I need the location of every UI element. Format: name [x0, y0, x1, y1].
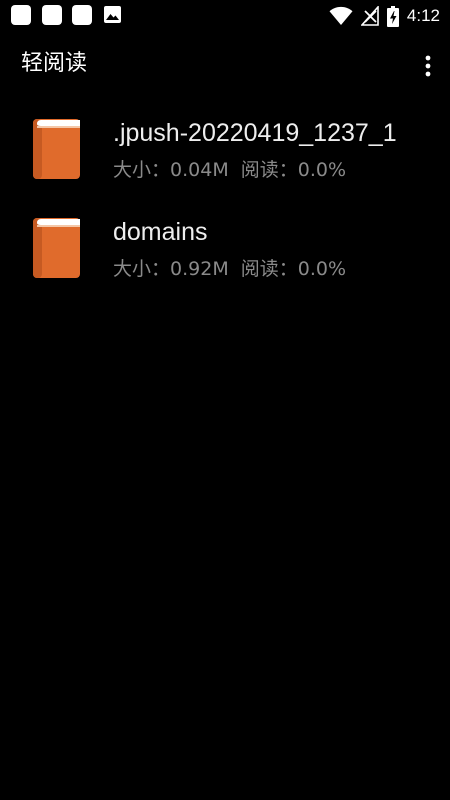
book-title: .jpush-20220419_1237_1 — [113, 119, 397, 147]
status-icons: 4:12 — [329, 4, 440, 28]
clock: 4:12 — [406, 6, 440, 25]
notification-icon — [11, 5, 31, 25]
size-label: 大小： — [113, 258, 171, 280]
book-meta: 大小：0.92M 阅读：0.0% — [113, 256, 346, 282]
progress-label: 阅读： — [240, 159, 298, 181]
battery-charging-icon — [386, 5, 399, 27]
notification-icon — [72, 5, 92, 25]
book-list: .jpush-20220419_1237_1 大小：0.04M 阅读：0.0% d… — [0, 102, 450, 300]
book-icon — [30, 217, 82, 283]
book-meta: 大小：0.04M 阅读：0.0% — [113, 157, 346, 183]
notification-icon — [42, 5, 62, 25]
app-toolbar: 轻阅读 — [0, 32, 450, 96]
image-icon — [103, 5, 122, 24]
size-label: 大小： — [113, 159, 171, 181]
file-size: 0.92M — [170, 258, 229, 280]
book-icon — [30, 118, 82, 184]
book-item[interactable]: domains 大小：0.92M 阅读：0.0% — [0, 201, 450, 300]
file-size: 0.04M — [170, 159, 229, 181]
wifi-icon — [329, 6, 353, 25]
no-signal-icon — [360, 6, 379, 26]
app-title: 轻阅读 — [21, 51, 88, 76]
progress-label: 阅读： — [240, 258, 298, 280]
read-progress: 0.0% — [297, 159, 347, 181]
book-item[interactable]: .jpush-20220419_1237_1 大小：0.04M 阅读：0.0% — [0, 102, 450, 201]
status-bar: 4:12 — [0, 0, 450, 32]
book-title: domains — [113, 218, 208, 246]
read-progress: 0.0% — [297, 258, 347, 280]
more-vert-icon[interactable] — [420, 52, 436, 80]
